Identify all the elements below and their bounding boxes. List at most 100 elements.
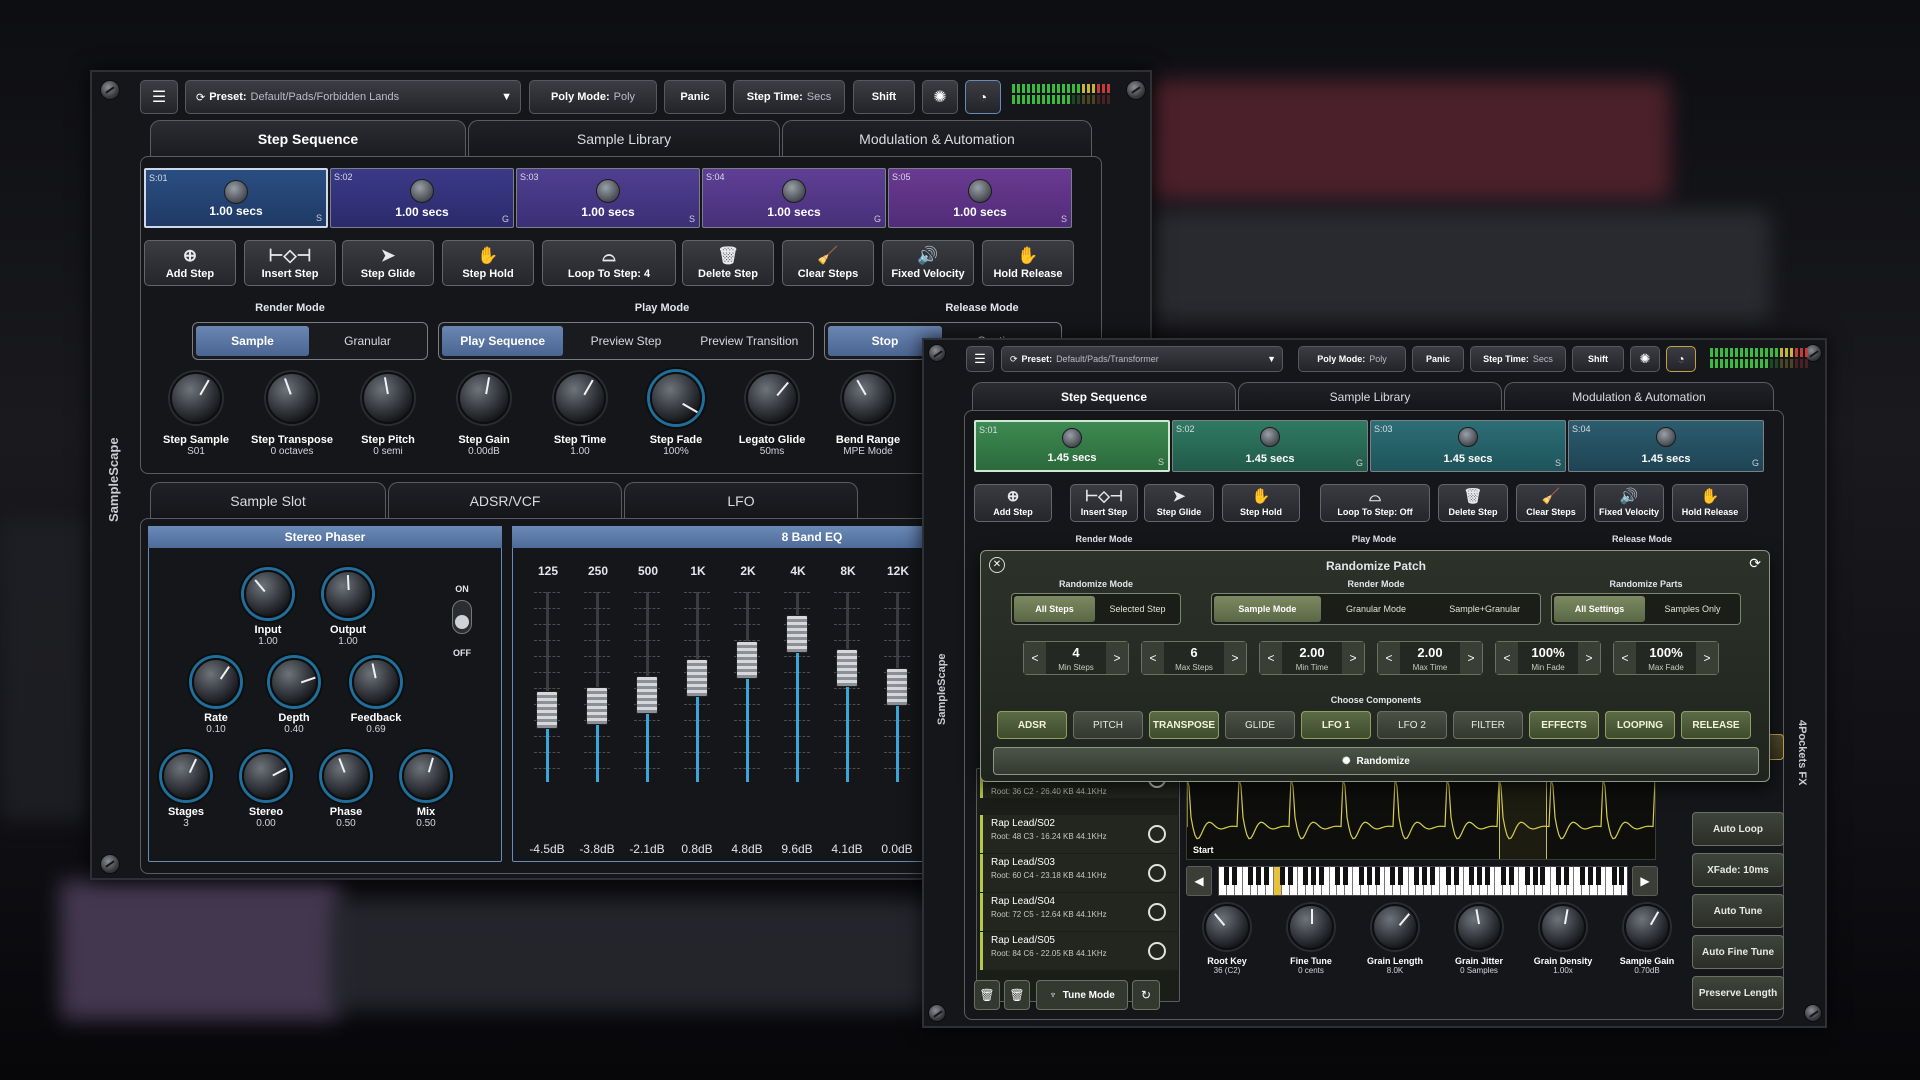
tab-sample-library[interactable]: Sample Library: [468, 120, 780, 156]
eq-band-fader[interactable]: [632, 592, 662, 782]
component-filter[interactable]: FILTER: [1453, 711, 1523, 739]
step-knob[interactable]: [968, 179, 992, 203]
black-key[interactable]: [1453, 867, 1459, 885]
increment-button[interactable]: >: [1106, 642, 1128, 674]
tab-sample-slot[interactable]: Sample Slot: [150, 482, 386, 518]
fine-tune-knob[interactable]: [1288, 904, 1334, 950]
selector-option[interactable]: Granular Mode: [1323, 596, 1430, 622]
step-knob[interactable]: [1458, 427, 1478, 447]
insert-step-button[interactable]: ⊢◇⊣ Insert Step: [244, 240, 336, 286]
poly-mode-button[interactable]: Poly Mode: Poly: [529, 80, 657, 114]
selector-option[interactable]: All Settings: [1554, 596, 1645, 622]
component-lfo-2[interactable]: LFO 2: [1377, 711, 1447, 739]
hold-release-button[interactable]: ✋ Hold Release: [1672, 484, 1748, 522]
mix-knob[interactable]: [402, 752, 450, 800]
step-time-knob[interactable]: [554, 372, 606, 424]
input-knob[interactable]: [244, 570, 292, 618]
fader-cap[interactable]: [586, 687, 608, 725]
sample-list-item[interactable]: Rap Lead/S02 Root: 48 C3 - 16.24 KB 44.1K…: [980, 815, 1178, 853]
step-glide-button[interactable]: ➤ Step Glide: [342, 240, 434, 286]
sample-list-item[interactable]: Rap Lead/S05 Root: 84 C6 - 22.05 KB 44.1K…: [980, 932, 1178, 970]
component-pitch[interactable]: PITCH: [1073, 711, 1143, 739]
black-key[interactable]: [1224, 867, 1230, 885]
radio-select[interactable]: [1148, 825, 1166, 843]
black-key[interactable]: [1232, 867, 1238, 885]
selector-option[interactable]: Sample+Granular: [1431, 596, 1538, 622]
step-time-button[interactable]: Step Time: Secs: [733, 80, 845, 114]
radio-select[interactable]: [1148, 942, 1166, 960]
eq-band-fader[interactable]: [732, 592, 762, 782]
step-transpose-knob[interactable]: [266, 372, 318, 424]
eq-band-fader[interactable]: [832, 592, 862, 782]
step-knob[interactable]: [1260, 427, 1280, 447]
add-step-button[interactable]: ⊕ Add Step: [974, 484, 1052, 522]
selector-option[interactable]: All Steps: [1014, 596, 1095, 622]
preview-transition-option[interactable]: Preview Transition: [689, 326, 810, 356]
black-key[interactable]: [1263, 867, 1269, 885]
fader-cap[interactable]: [786, 614, 808, 653]
black-key[interactable]: [1477, 867, 1483, 885]
clear-steps-button[interactable]: 🧹 Clear Steps: [782, 240, 874, 286]
tab-modulation-automation[interactable]: Modulation & Automation: [782, 120, 1092, 156]
selector-option[interactable]: Samples Only: [1647, 596, 1738, 622]
menu-button[interactable]: ☰: [140, 80, 178, 114]
hold-release-button[interactable]: ✋ Hold Release: [982, 240, 1074, 286]
keyboard-left-button[interactable]: ◀: [1186, 866, 1212, 896]
step-hold-button[interactable]: ✋ Step Hold: [1222, 484, 1300, 522]
clear-steps-button[interactable]: 🧹 Clear Steps: [1516, 484, 1586, 522]
delete-step-button[interactable]: 🗑 Delete Step: [1438, 484, 1508, 522]
black-key[interactable]: [1366, 867, 1372, 885]
delete-sample-button[interactable]: 🗑: [974, 980, 1000, 1010]
decrement-button[interactable]: <: [1496, 642, 1518, 674]
step-cell[interactable]: S:04 1.45 secs G: [1568, 420, 1764, 472]
step-knob[interactable]: [596, 179, 620, 203]
step-cell[interactable]: S:03 1.45 secs S: [1370, 420, 1566, 472]
fader-cap[interactable]: [836, 649, 858, 687]
settings-button[interactable]: ✺: [1630, 346, 1660, 372]
decrement-button[interactable]: <: [1614, 642, 1636, 674]
component-lfo-1[interactable]: LFO 1: [1301, 711, 1371, 739]
delete-step-button[interactable]: 🗑 Delete Step: [682, 240, 774, 286]
eq-band-fader[interactable]: [532, 592, 562, 782]
black-key[interactable]: [1303, 867, 1309, 885]
black-key[interactable]: [1556, 867, 1562, 885]
step-cell[interactable]: S:02 1.45 secs G: [1172, 420, 1368, 472]
component-looping[interactable]: LOOPING: [1605, 711, 1675, 739]
fader-cap[interactable]: [536, 690, 558, 729]
component-glide[interactable]: GLIDE: [1225, 711, 1295, 739]
tab-modulation-automation[interactable]: Modulation & Automation: [1504, 382, 1774, 410]
auto-fine-tune-button[interactable]: Auto Fine Tune: [1692, 935, 1784, 969]
black-key[interactable]: [1429, 867, 1435, 885]
xfade-10ms-button[interactable]: XFade: 10ms: [1692, 853, 1784, 887]
preset-selector[interactable]: ⟳ Preset: Default/Pads/Transformer ▼: [1001, 346, 1283, 372]
eq-band-fader[interactable]: [582, 592, 612, 782]
sample-gain-knob[interactable]: [1624, 904, 1670, 950]
settings-button[interactable]: ✺: [922, 80, 958, 114]
fader-cap[interactable]: [686, 658, 708, 697]
phase-knob[interactable]: [322, 752, 370, 800]
step-glide-button[interactable]: ➤ Step Glide: [1144, 484, 1214, 522]
root-key-knob[interactable]: [1204, 904, 1250, 950]
black-key[interactable]: [1579, 867, 1585, 885]
loop-region[interactable]: [1499, 777, 1547, 859]
randomize-button[interactable]: ✺ Randomize: [993, 747, 1759, 775]
black-key[interactable]: [1619, 867, 1625, 885]
step-knob[interactable]: [782, 179, 806, 203]
black-key[interactable]: [1256, 867, 1261, 885]
poly-mode-button[interactable]: Poly Mode: Poly: [1298, 346, 1406, 372]
rate-knob[interactable]: [192, 658, 240, 706]
radio-select[interactable]: [1148, 903, 1166, 921]
preset-selector[interactable]: ⟳ Preset: Default/Pads/Forbidden Lands ▼: [185, 80, 521, 114]
increment-button[interactable]: >: [1224, 642, 1246, 674]
step-cell[interactable]: S:01 1.45 secs S: [974, 420, 1170, 472]
step-cell[interactable]: S:01 1.00 secs S: [144, 168, 328, 228]
step-gain-knob[interactable]: [458, 372, 510, 424]
keyboard-right-button[interactable]: ▶: [1632, 866, 1658, 896]
step-knob[interactable]: [1062, 428, 1082, 448]
black-key[interactable]: [1390, 867, 1396, 885]
auto-loop-button[interactable]: Auto Loop: [1692, 812, 1784, 846]
fixed-velocity-button[interactable]: 🔊 Fixed Velocity: [1594, 484, 1664, 522]
tab-adsr-vcf[interactable]: ADSR/VCF: [388, 482, 622, 518]
loop-to-step-4-button[interactable]: ⌓ Loop To Step: 4: [542, 240, 676, 286]
tab-step-sequence[interactable]: Step Sequence: [972, 382, 1236, 410]
